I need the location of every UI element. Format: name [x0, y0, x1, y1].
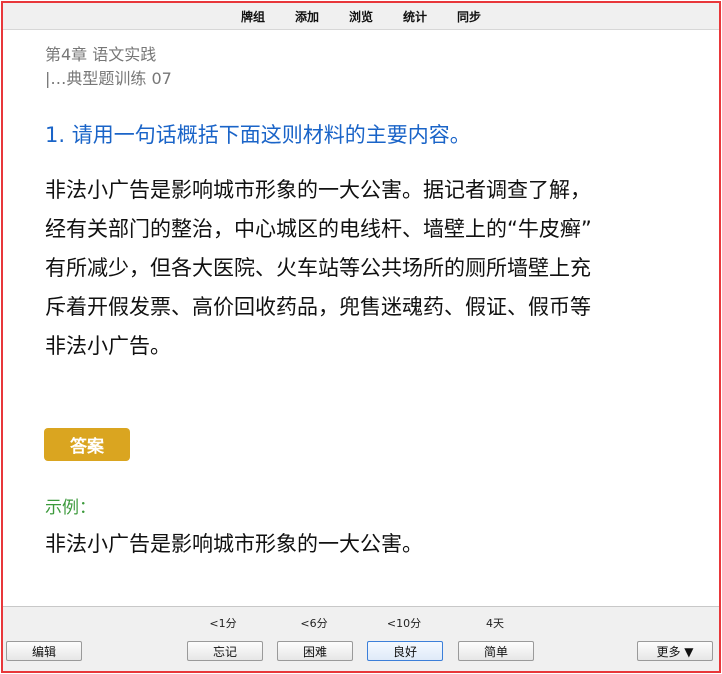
passage-line: 非法小广告。 [45, 334, 171, 358]
interval-easy: 4天 [486, 617, 504, 630]
easy-button[interactable]: 简单 [458, 641, 534, 661]
more-button[interactable]: 更多 ▼ [637, 641, 713, 661]
menu-stats[interactable]: 统计 [399, 6, 431, 27]
passage-line: 经有关部门的整治，中心城区的电线杆、墙壁上的“牛皮癣” [45, 217, 592, 241]
edit-button[interactable]: 编辑 [6, 641, 82, 661]
passage-line: 有所减少，但各大医院、火车站等公共场所的厕所墙壁上充 [45, 256, 591, 280]
example-answer-text: 非法小广告是影响城市形象的一大公害。 [45, 532, 423, 556]
card-content: 第4章 语文实践 |…典型题训练 07 1. 请用一句话概括下面这则材料的主要内… [43, 43, 679, 366]
interval-hard: <6分 [300, 617, 328, 630]
menu-sync[interactable]: 同步 [453, 6, 485, 27]
hard-button[interactable]: 困难 [277, 641, 353, 661]
menu-decks[interactable]: 牌组 [237, 6, 269, 27]
top-menu-bar: 牌组 添加 浏览 统计 同步 [3, 3, 719, 30]
interval-again: <1分 [209, 617, 237, 630]
review-bottom-bar: 编辑 <1分 忘记 <6分 困难 <10分 良好 4天 简单 更多 ▼ [3, 606, 719, 671]
card-frame: 牌组 添加 浏览 统计 同步 第4章 语文实践 |…典型题训练 07 1. 请用… [1, 1, 721, 673]
passage-line: 斥着开假发票、高价回收药品，兜售迷魂药、假证、假币等 [45, 295, 591, 319]
again-button[interactable]: 忘记 [187, 641, 263, 661]
question-text: 1. 请用一句话概括下面这则材料的主要内容。 [45, 123, 471, 147]
answer-button[interactable]: 答案 [44, 428, 130, 461]
subsection-title: |…典型题训练 07 [45, 69, 172, 88]
chapter-title: 第4章 语文实践 [45, 45, 157, 64]
passage-text: 非法小广告是影响城市形象的一大公害。据记者调查了解， 经有关部门的整治，中心城区… [45, 171, 681, 366]
example-label: 示例： [45, 498, 96, 518]
interval-good: <10分 [386, 617, 422, 630]
passage-line: 非法小广告是影响城市形象的一大公害。据记者调查了解， [45, 178, 591, 202]
menu-add[interactable]: 添加 [291, 6, 323, 27]
menu-browse[interactable]: 浏览 [345, 6, 377, 27]
good-button[interactable]: 良好 [367, 641, 443, 661]
